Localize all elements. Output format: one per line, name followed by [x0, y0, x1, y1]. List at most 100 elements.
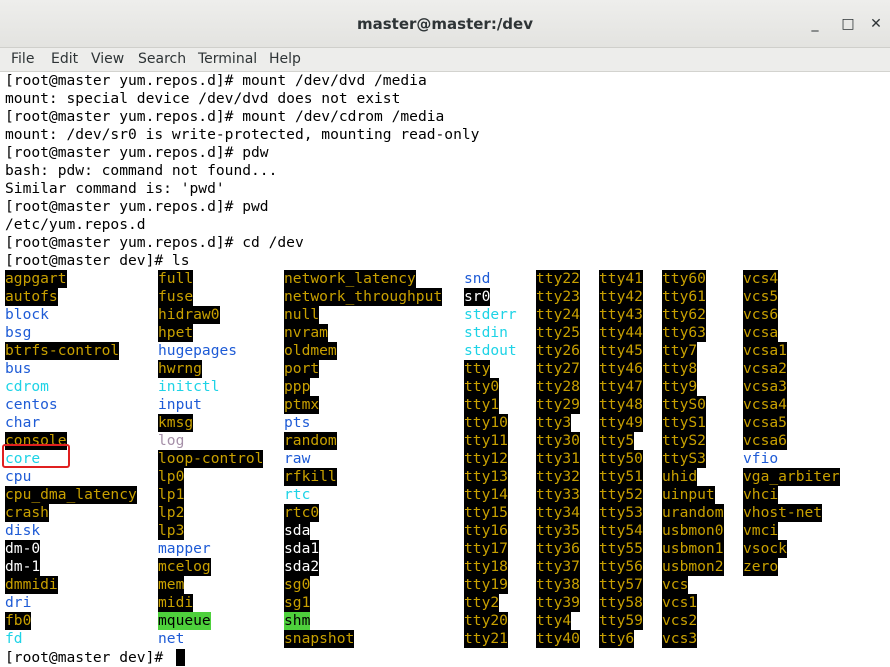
- dev-entry-tty18: tty18: [464, 558, 508, 576]
- dev-entry-stdout: stdout: [464, 342, 517, 359]
- dev-entry-tty5: tty5: [599, 432, 635, 450]
- dev-entry-tty38: tty38: [536, 576, 580, 594]
- terminal-line: mount: special device /dev/dvd does not …: [5, 90, 401, 107]
- dev-entry-centos: centos: [5, 396, 58, 413]
- terminal-line: [root@master yum.repos.d]# mount /dev/dv…: [5, 72, 427, 89]
- dev-entry-fd: fd: [5, 630, 23, 647]
- dev-entry-cdrom: cdrom: [5, 378, 49, 395]
- terminal-cursor: [176, 649, 185, 666]
- dev-entry-stderr: stderr: [464, 306, 517, 323]
- window-title: master@master:/dev: [356, 15, 533, 33]
- dev-entry-tty1: tty1: [464, 396, 500, 414]
- dev-entry-dm-1: dm-1: [5, 558, 41, 576]
- menu-edit[interactable]: Edit: [51, 49, 78, 69]
- dev-entry-kmsg: kmsg: [158, 414, 194, 432]
- dev-entry-vcs3: vcs3: [662, 630, 698, 648]
- dev-entry-tty20: tty20: [464, 612, 508, 630]
- dev-entry-mem: mem: [158, 576, 185, 594]
- maximize-icon[interactable]: □: [838, 14, 858, 34]
- dev-entry-tty58: tty58: [599, 594, 643, 612]
- menu-terminal[interactable]: Terminal: [198, 49, 257, 69]
- dev-entry-tty33: tty33: [536, 486, 580, 504]
- menu-view[interactable]: View: [91, 49, 124, 69]
- dev-entry-tty2: tty2: [464, 594, 500, 612]
- dev-entry-usbmon0: usbmon0: [662, 522, 724, 540]
- dev-entry-tty41: tty41: [599, 270, 643, 288]
- dev-entry-random: random: [284, 432, 337, 450]
- dev-entry-tty3: tty3: [536, 414, 572, 432]
- dev-entry-tty42: tty42: [599, 288, 643, 306]
- title-bar[interactable]: master@master:/dev _ □ ✕: [0, 0, 890, 48]
- dev-entry-uhid: uhid: [662, 468, 698, 486]
- dev-entry-sda: sda: [284, 522, 311, 540]
- dev-entry-tty54: tty54: [599, 522, 643, 540]
- dev-entry-tty13: tty13: [464, 468, 508, 486]
- dev-entry-dmmidi: dmmidi: [5, 576, 58, 594]
- dev-entry-tty51: tty51: [599, 468, 643, 486]
- dev-entry-block: block: [5, 306, 49, 323]
- dev-entry-vcs5: vcs5: [743, 288, 779, 306]
- dev-entry-initctl: initctl: [158, 378, 220, 395]
- dev-entry-tty39: tty39: [536, 594, 580, 612]
- dev-entry-tty34: tty34: [536, 504, 580, 522]
- dev-entry-tty6: tty6: [599, 630, 635, 648]
- dev-entry-tty61: tty61: [662, 288, 706, 306]
- dev-entry-tty25: tty25: [536, 324, 580, 342]
- dev-entry-hwrng: hwrng: [158, 360, 202, 378]
- dev-entry-ttyS0: ttyS0: [662, 396, 706, 414]
- dev-entry-tty9: tty9: [662, 378, 698, 396]
- dev-entry-snd: snd: [464, 270, 491, 287]
- dev-entry-fuse: fuse: [158, 288, 194, 306]
- dev-entry-vhci: vhci: [743, 486, 779, 504]
- dev-entry-ppp: ppp: [284, 378, 311, 396]
- dev-entry-tty40: tty40: [536, 630, 580, 648]
- dev-entry-vcs4: vcs4: [743, 270, 779, 288]
- dev-entry-tty30: tty30: [536, 432, 580, 450]
- dev-entry-tty8: tty8: [662, 360, 698, 378]
- terminal-line: [root@master yum.repos.d]# mount /dev/cd…: [5, 108, 445, 125]
- dev-entry-vmci: vmci: [743, 522, 779, 540]
- dev-entry-vcs: vcs: [662, 576, 689, 594]
- terminal-line: [root@master yum.repos.d]# pwd: [5, 198, 269, 215]
- dev-entry-tty47: tty47: [599, 378, 643, 396]
- dev-entry-sg0: sg0: [284, 576, 311, 594]
- dev-entry-tty: tty: [464, 360, 491, 378]
- dev-entry-vcsa6: vcsa6: [743, 432, 787, 450]
- minimize-icon[interactable]: _: [805, 14, 825, 34]
- dev-entry-mqueue: mqueue: [158, 612, 211, 630]
- dev-entry-tty55: tty55: [599, 540, 643, 558]
- dev-entry-vhost-net: vhost-net: [743, 504, 823, 522]
- dev-entry-tty48: tty48: [599, 396, 643, 414]
- terminal-area[interactable]: [root@master yum.repos.d]# mount /dev/dv…: [0, 72, 890, 666]
- dev-entry-net: net: [158, 630, 185, 647]
- dev-entry-sda2: sda2: [284, 558, 320, 576]
- terminal-line: [root@master yum.repos.d]# pdw: [5, 144, 269, 161]
- dev-entry-tty59: tty59: [599, 612, 643, 630]
- menu-help[interactable]: Help: [269, 49, 301, 69]
- dev-entry-network-throughput: network_throughput: [284, 288, 443, 306]
- menu-file[interactable]: File: [11, 49, 34, 69]
- dev-entry-full: full: [158, 270, 194, 288]
- dev-entry-fb0: fb0: [5, 612, 32, 630]
- dev-entry-vsock: vsock: [743, 540, 787, 558]
- dev-entry-vcs2: vcs2: [662, 612, 698, 630]
- dev-entry-tty35: tty35: [536, 522, 580, 540]
- terminal-line: Similar command is: 'pwd': [5, 180, 225, 197]
- dev-entry-tty21: tty21: [464, 630, 508, 648]
- dev-entry-disk: disk: [5, 522, 41, 539]
- dev-entry-tty46: tty46: [599, 360, 643, 378]
- dev-entry-urandom: urandom: [662, 504, 724, 522]
- dev-entry-tty12: tty12: [464, 450, 508, 468]
- dev-entry-lp2: lp2: [158, 504, 185, 522]
- dev-entry-midi: midi: [158, 594, 194, 612]
- close-icon[interactable]: ✕: [866, 14, 886, 34]
- dev-entry-sr0: sr0: [464, 288, 491, 306]
- dev-entry-agpgart: agpgart: [5, 270, 67, 288]
- dev-entry-tty63: tty63: [662, 324, 706, 342]
- dev-entry-nvram: nvram: [284, 324, 328, 342]
- menu-search[interactable]: Search: [138, 49, 186, 69]
- dev-entry-char: char: [5, 414, 41, 431]
- dev-entry-hidraw0: hidraw0: [158, 306, 220, 324]
- dev-entry-vga-arbiter: vga_arbiter: [743, 468, 840, 486]
- dev-entry-autofs: autofs: [5, 288, 58, 306]
